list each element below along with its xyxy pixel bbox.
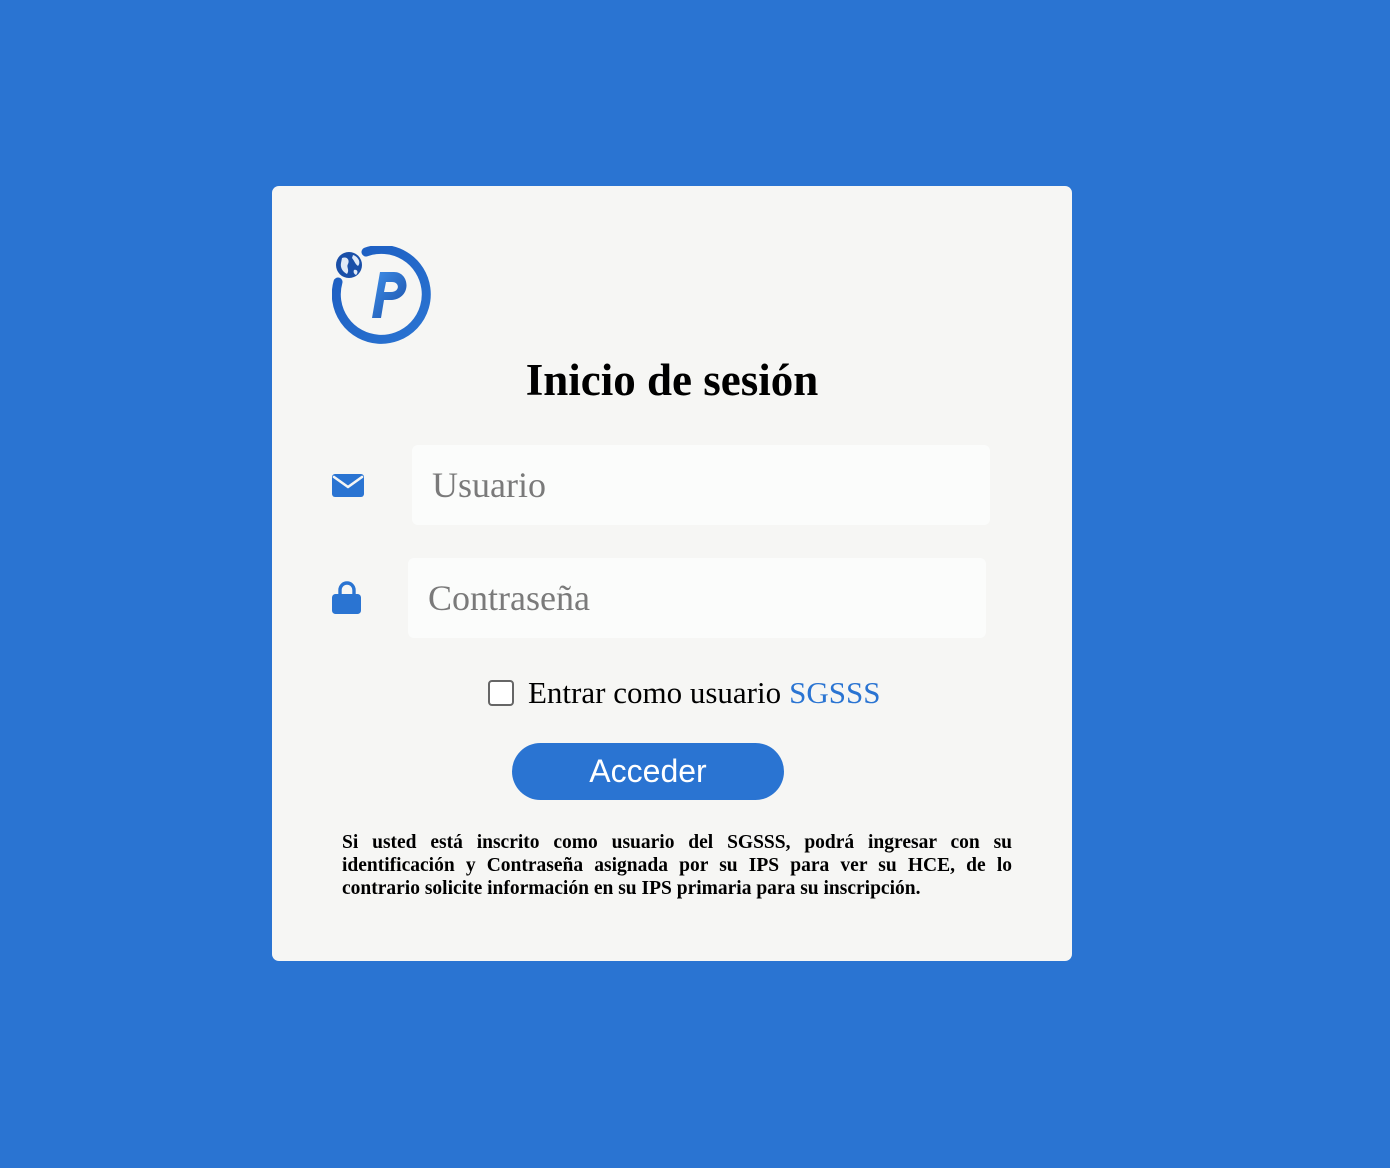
password-input[interactable]	[408, 558, 986, 638]
login-card: Inicio de sesión Entrar como usuario SGS…	[272, 186, 1072, 961]
company-logo	[332, 246, 432, 346]
globe-p-logo-icon	[332, 246, 431, 344]
sgsss-checkbox[interactable]	[488, 680, 514, 706]
envelope-icon	[332, 470, 365, 503]
sgsss-link[interactable]: SGSSS	[789, 675, 880, 711]
lock-icon	[332, 581, 365, 614]
info-notice: Si usted está inscrito como usuario del …	[342, 832, 1012, 899]
page-title: Inicio de sesión	[525, 355, 819, 405]
submit-button[interactable]: Acceder	[512, 743, 784, 800]
username-input[interactable]	[412, 445, 990, 525]
sgsss-option: Entrar como usuario SGSSS	[488, 675, 880, 711]
sgsss-checkbox-label: Entrar como usuario	[528, 675, 782, 710]
